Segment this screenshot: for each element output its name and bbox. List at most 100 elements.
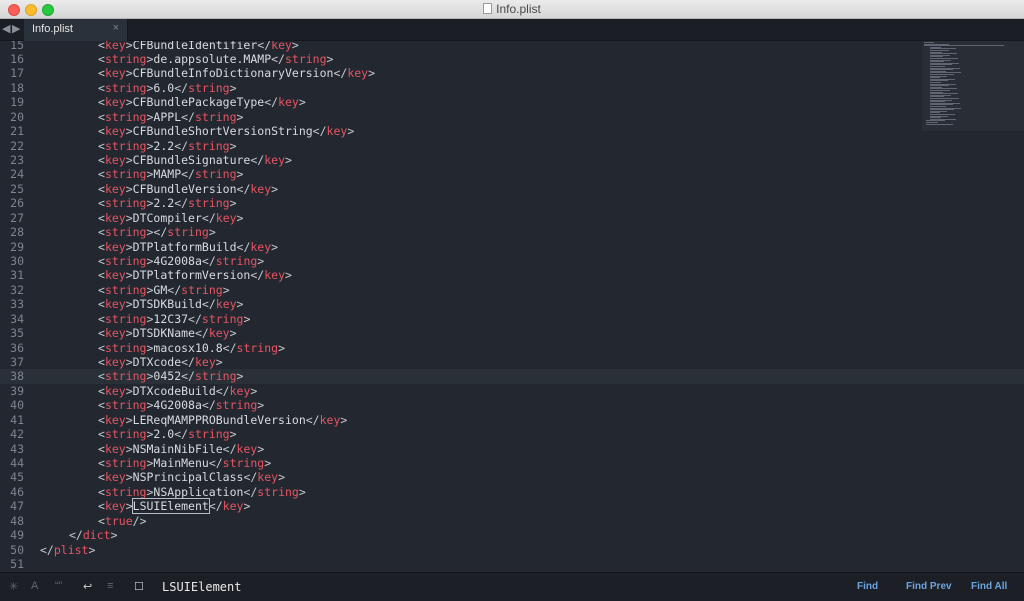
tag-bracket: >	[229, 138, 237, 153]
find-all-button[interactable]: Find All	[971, 581, 1007, 592]
code-line[interactable]: 24 <string>MAMP</string>	[0, 167, 1024, 181]
code-line[interactable]: 40 <string>4G2008a</string>	[0, 398, 1024, 412]
code-line[interactable]: 28 <string></string>	[0, 225, 1024, 239]
line-text: <string>NSApplication</string>	[98, 485, 306, 499]
code-line[interactable]: 37 <key>DTXcode</key>	[0, 355, 1024, 369]
code-line[interactable]: 33 <key>DTSDKBuild</key>	[0, 297, 1024, 311]
line-text: <string>2.2</string>	[98, 196, 237, 210]
tag-name: true	[104, 513, 133, 528]
tag-name: key	[215, 297, 237, 312]
code-line[interactable]: 26 <string>2.2</string>	[0, 196, 1024, 210]
code-line[interactable]: 32 <string>GM</string>	[0, 283, 1024, 297]
tag-name: string	[104, 311, 147, 326]
code-line[interactable]: 21 <key>CFBundleShortVersionString</key>	[0, 124, 1024, 138]
code-line[interactable]: 16 <string>de.appsolute.MAMP</string>	[0, 52, 1024, 66]
line-number: 19	[10, 95, 24, 110]
code-line[interactable]: 47 <key>LSUIElement</key>	[0, 498, 1024, 515]
tag-bracket: </	[257, 41, 272, 52]
tag-value: de.appsolute.MAMP	[153, 51, 272, 66]
tag-name: key	[264, 268, 285, 283]
tag-value: 4G2008a	[153, 398, 202, 413]
tab-info-plist[interactable]: Info.plist ×	[24, 19, 128, 41]
tag-name: dict	[82, 528, 111, 543]
code-line[interactable]: 44 <string>MainMenu</string>	[0, 456, 1024, 470]
code-line[interactable]: 51	[0, 557, 1024, 571]
in-selection-toggle-icon[interactable]: ≡	[107, 580, 113, 592]
tag-bracket: >	[285, 152, 292, 167]
code-line[interactable]: 43 <key>NSMainNibFile</key>	[0, 442, 1024, 456]
tag-bracket: >	[125, 66, 133, 81]
code-line[interactable]: 20 <string>APPL</string>	[0, 110, 1024, 124]
find-prev-button[interactable]: Find Prev	[906, 581, 952, 592]
code-line[interactable]: 49 </dict>	[0, 528, 1024, 542]
tag-name: key	[104, 268, 126, 283]
code-editor[interactable]: 15 <key>CFBundleIdentifier</key> 16 <string…	[0, 41, 1024, 572]
line-text: <key>LSUIElement</key>	[98, 498, 250, 515]
code-line[interactable]: 23 <key>CFBundleSignature</key>	[0, 153, 1024, 167]
code-line[interactable]: 39 <key>DTXcodeBuild</key>	[0, 384, 1024, 398]
code-line[interactable]: 15 <key>CFBundleIdentifier</key>	[0, 41, 1024, 52]
tag-name: key	[264, 152, 285, 167]
code-line[interactable]: 38 <string>0452</string>	[0, 369, 1024, 384]
tab-back-icon[interactable]: ◀	[2, 22, 10, 35]
code-line[interactable]: 48 <true/>	[0, 514, 1024, 528]
tag-bracket: <	[98, 239, 105, 254]
line-number: 17	[10, 66, 24, 81]
code-line[interactable]: 45 <key>NSPrincipalClass</key>	[0, 470, 1024, 484]
tag-bracket: </	[222, 340, 237, 355]
tag-name: string	[104, 398, 147, 413]
tag-bracket: >	[271, 181, 279, 196]
code-line[interactable]: 36 <string>macosx10.8</string>	[0, 341, 1024, 355]
tab-close-icon[interactable]: ×	[113, 22, 119, 34]
tag-name: key	[250, 239, 272, 254]
tag-bracket: >	[125, 210, 133, 225]
tag-bracket: >	[257, 441, 265, 456]
whole-word-toggle-icon[interactable]: “”	[55, 580, 62, 592]
code-line[interactable]: 30 <string>4G2008a</string>	[0, 254, 1024, 268]
code-line[interactable]: 17 <key>CFBundleInfoDictionaryVersion</ke…	[0, 66, 1024, 80]
window-title-wrap: Info.plist	[0, 2, 1024, 16]
tag-bracket: >	[368, 66, 376, 81]
code-line[interactable]: 29 <key>DTPlatformBuild</key>	[0, 240, 1024, 254]
wrap-toggle-icon[interactable]: ↩	[83, 580, 92, 593]
code-line[interactable]: 35 <key>DTSDKName</key>	[0, 326, 1024, 340]
tab-forward-icon[interactable]: ▶	[12, 22, 20, 35]
tag-value: DTXcodeBuild	[132, 383, 216, 398]
tag-bracket: <	[98, 124, 105, 139]
code-line[interactable]: 22 <string>2.2</string>	[0, 139, 1024, 153]
tag-value: GM	[153, 282, 168, 297]
tag-bracket: <	[98, 282, 105, 297]
code-line[interactable]: 19 <key>CFBundlePackageType</key>	[0, 95, 1024, 109]
line-text: <string>12C37</string>	[98, 312, 250, 326]
code-line[interactable]: 25 <key>CFBundleVersion</key>	[0, 182, 1024, 196]
line-number: 31	[10, 268, 24, 283]
tag-bracket: >	[110, 528, 118, 543]
code-line[interactable]: 42 <string>2.0</string>	[0, 427, 1024, 441]
line-text: <key>DTPlatformBuild</key>	[98, 240, 278, 254]
tag-bracket: </	[174, 427, 189, 442]
line-text: <true/>	[98, 514, 147, 528]
code-line[interactable]: 27 <key>DTCompiler</key>	[0, 211, 1024, 225]
tag-name: key	[257, 470, 279, 485]
code-line[interactable]: 41 <key>LEReqMAMPPROBundleVersion</key>	[0, 413, 1024, 427]
case-sensitive-toggle-icon[interactable]: A	[31, 580, 38, 592]
line-text: <key>NSPrincipalClass</key>	[98, 470, 285, 484]
line-number: 28	[10, 225, 24, 240]
line-text: <key>CFBundleIdentifier</key>	[98, 41, 299, 52]
line-number: 37	[10, 354, 24, 369]
line-number: 41	[10, 412, 24, 427]
code-line[interactable]: 18 <string>6.0</string>	[0, 81, 1024, 95]
line-number: 18	[10, 80, 24, 95]
code-line[interactable]: 34 <string>12C37</string>	[0, 312, 1024, 326]
code-line[interactable]: 46 <string>NSApplication</string>	[0, 485, 1024, 499]
code-line[interactable]: 31 <key>DTPlatformVersion</key>	[0, 268, 1024, 282]
tag-value: 2.0	[153, 427, 175, 442]
regex-toggle-icon[interactable]: ✳	[9, 580, 18, 593]
tag-bracket: </	[312, 124, 327, 139]
find-button[interactable]: Find	[857, 581, 878, 592]
line-number: 48	[10, 513, 24, 528]
line-number: 29	[10, 239, 24, 254]
code-line[interactable]: 50 </plist>	[0, 543, 1024, 557]
find-input[interactable]: LSUIElement	[162, 580, 241, 594]
highlight-matches-toggle-icon[interactable]: ☐	[134, 580, 144, 593]
